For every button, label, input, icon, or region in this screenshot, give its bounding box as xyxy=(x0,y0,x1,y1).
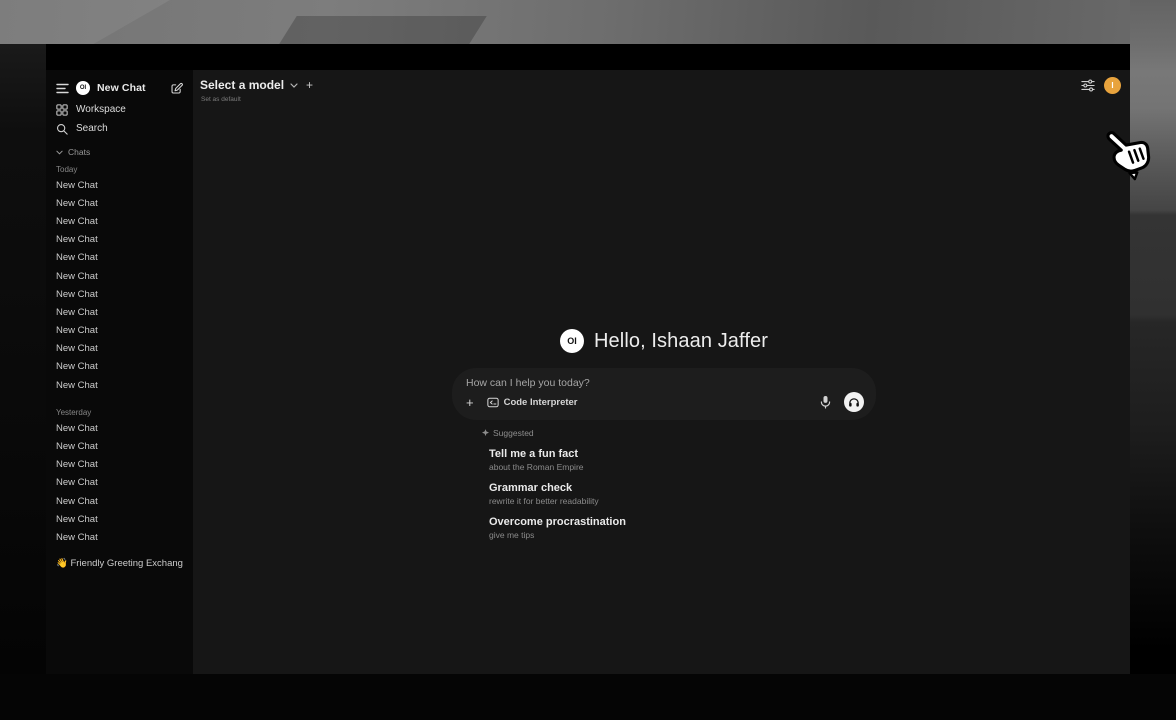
chat-list-item[interactable]: New Chat xyxy=(56,340,183,358)
desktop-background-right xyxy=(1130,0,1176,720)
chat-list-item[interactable]: New Chat xyxy=(56,376,183,394)
chat-list-item[interactable]: New Chat xyxy=(56,419,183,437)
chat-group-items: New ChatNew ChatNew ChatNew ChatNew Chat… xyxy=(56,419,183,546)
suggested-prompts: Suggested Tell me a fun fact about the R… xyxy=(489,428,876,540)
chat-group-label: Today xyxy=(56,162,183,176)
composer-placeholder[interactable]: How can I help you today? xyxy=(466,377,864,389)
chat-group-label: Yesterday xyxy=(56,405,183,419)
app-logo-large: OI xyxy=(560,329,584,353)
group-spacer xyxy=(56,547,183,555)
chat-groups: Today New ChatNew ChatNew ChatNew ChatNe… xyxy=(56,162,183,555)
chat-list-item[interactable]: New Chat xyxy=(56,474,183,492)
suggested-prompt[interactable]: Grammar check rewrite it for better read… xyxy=(489,482,876,506)
chevron-down-icon xyxy=(290,83,298,88)
suggested-prompt-subtitle: rewrite it for better readability xyxy=(489,496,876,506)
chat-list-item[interactable]: New Chat xyxy=(56,212,183,230)
chats-section-toggle[interactable]: Chats xyxy=(56,145,183,159)
suggested-prompt-subtitle: give me tips xyxy=(489,530,876,540)
suggested-list: Tell me a fun fact about the Roman Empir… xyxy=(489,448,876,540)
group-spacer xyxy=(56,394,183,402)
suggested-label: Suggested xyxy=(493,428,534,438)
welcome-area: OI Hello, Ishaan Jaffer How can I help y… xyxy=(452,328,876,540)
chat-list-item[interactable]: New Chat xyxy=(56,510,183,528)
set-as-default-link[interactable]: Set as default xyxy=(201,96,241,103)
suggested-prompt[interactable]: Tell me a fun fact about the Roman Empir… xyxy=(489,448,876,472)
voice-call-button[interactable] xyxy=(844,392,864,412)
chat-list-item[interactable]: New Chat xyxy=(56,358,183,376)
desktop-background-top xyxy=(0,0,1176,44)
attach-file-button[interactable]: + xyxy=(466,396,474,409)
code-interpreter-label: Code Interpreter xyxy=(504,397,578,408)
app-logo-text: OI xyxy=(567,336,577,346)
greeting-text: Hello, Ishaan Jaffer xyxy=(594,330,768,353)
chat-list-item[interactable]: New Chat xyxy=(56,249,183,267)
model-selector[interactable]: Select a model + xyxy=(200,78,313,92)
app-window: OI New Chat Workspace Searc xyxy=(46,44,1130,674)
header-actions: I xyxy=(1081,77,1121,94)
model-selector-label: Select a model xyxy=(200,78,284,92)
chat-list-item[interactable]: New Chat xyxy=(56,437,183,455)
chat-list-item[interactable]: New Chat xyxy=(56,194,183,212)
new-chat-icon[interactable] xyxy=(170,82,183,95)
suggested-prompt[interactable]: Overcome procrastination give me tips xyxy=(489,516,876,540)
app-logo-text: OI xyxy=(80,85,86,91)
sidebar-item-search[interactable]: Search xyxy=(56,119,183,138)
suggested-prompt-title: Tell me a fun fact xyxy=(489,448,876,460)
search-icon xyxy=(56,123,68,135)
sidebar-item-label: Search xyxy=(76,123,108,134)
chat-list-item[interactable]: New Chat xyxy=(56,456,183,474)
user-avatar-initial: I xyxy=(1111,81,1113,90)
chat-list-item[interactable]: New Chat xyxy=(56,176,183,194)
suggested-prompt-title: Overcome procrastination xyxy=(489,516,876,528)
sidebar-header: OI New Chat xyxy=(56,76,183,100)
chat-list-item[interactable]: New Chat xyxy=(56,303,183,321)
chat-list-item[interactable]: New Chat xyxy=(56,492,183,510)
user-avatar[interactable]: I xyxy=(1104,77,1121,94)
chat-list-item-greeting-exchange[interactable]: 👋 Friendly Greeting Exchange xyxy=(56,555,183,573)
chat-list-item[interactable]: New Chat xyxy=(56,267,183,285)
sidebar-toggle-icon[interactable] xyxy=(56,83,69,94)
greeting-row: OI Hello, Ishaan Jaffer xyxy=(452,328,876,354)
desktop: OI New Chat Workspace Searc xyxy=(0,0,1176,720)
sidebar-title: New Chat xyxy=(97,82,163,94)
sparkle-icon xyxy=(482,429,489,437)
chat-group: Yesterday New ChatNew ChatNew ChatNew Ch… xyxy=(56,405,183,554)
voice-input-icon[interactable] xyxy=(820,395,831,409)
app-logo: OI xyxy=(76,81,90,95)
message-composer[interactable]: How can I help you today? + Code Interpr… xyxy=(452,368,876,420)
headset-icon xyxy=(848,397,860,408)
suggested-prompt-title: Grammar check xyxy=(489,482,876,494)
window-title-bar xyxy=(46,44,1130,70)
desktop-background-left xyxy=(0,44,46,674)
chat-list-item[interactable]: New Chat xyxy=(56,322,183,340)
composer-toolbar: + Code Interpreter xyxy=(466,392,864,412)
suggested-header: Suggested xyxy=(482,428,876,438)
desktop-background-bottom xyxy=(0,674,1176,720)
workspace-grid-icon xyxy=(56,104,68,116)
chat-list-item[interactable]: New Chat xyxy=(56,231,183,249)
sidebar: OI New Chat Workspace Searc xyxy=(46,70,193,674)
code-interpreter-toggle[interactable]: Code Interpreter xyxy=(487,397,578,408)
add-model-icon[interactable]: + xyxy=(304,78,313,92)
chat-list-item[interactable]: New Chat xyxy=(56,528,183,546)
chat-main: Select a model + Set as default I OI xyxy=(193,70,1130,674)
code-interpreter-icon xyxy=(487,397,499,408)
sidebar-item-label: Workspace xyxy=(76,104,126,115)
sidebar-item-workspace[interactable]: Workspace xyxy=(56,100,183,119)
chat-group-items: New ChatNew ChatNew ChatNew ChatNew Chat… xyxy=(56,176,183,394)
chat-controls-icon[interactable] xyxy=(1081,79,1095,92)
suggested-prompt-subtitle: about the Roman Empire xyxy=(489,462,876,472)
chevron-down-icon xyxy=(56,150,63,155)
chat-list-item[interactable]: New Chat xyxy=(56,285,183,303)
chats-section-label: Chats xyxy=(68,147,90,157)
chat-group: Today New ChatNew ChatNew ChatNew ChatNe… xyxy=(56,162,183,402)
